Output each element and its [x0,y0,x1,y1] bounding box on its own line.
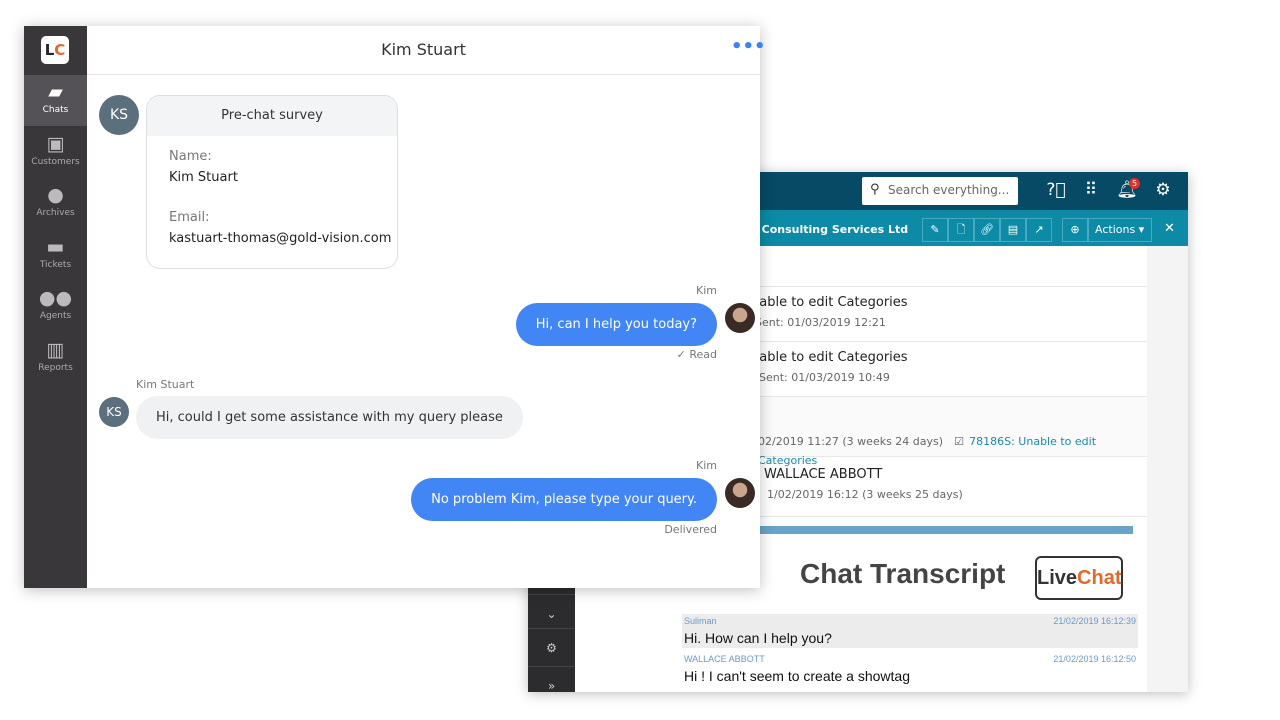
external-link-icon[interactable]: ↗ [1026,218,1052,242]
read-status: ✓ Read [676,348,717,361]
sidebar-item-archives[interactable]: ● Archives [24,178,87,229]
sidebar-item-customers[interactable]: ▣ Customers [24,127,87,178]
sidebar-item-reports[interactable]: ▥ Reports [24,333,87,384]
search-icon: ⚲ [870,182,880,197]
agent-avatar [725,303,755,333]
message-text: Hi. How can I help you? [684,630,832,646]
actions-label: Actions [1095,223,1136,236]
message-time: 21/02/2019 16:12:50 [1053,654,1136,664]
message-author: Suliman [684,616,717,626]
sidebar-item-chats[interactable]: ▰ Chats [24,75,87,126]
page-title: Kim Stuart [381,40,466,59]
reports-icon: ▥ [46,339,65,361]
company-name: n Consulting Services Ltd [750,223,909,236]
notification-badge: 5 [1129,178,1140,189]
transcript-title: Chat Transcript [800,558,1006,589]
sidebar: LC ▰ Chats ▣ Customers ● Archives ▬ Tickets … [24,26,87,588]
item-title: nable to edit Categories [751,350,908,365]
sidebar-item-label: Archives [36,208,75,218]
message-time: 21/02/2019 16:12:39 [1053,616,1136,626]
item-date: 02/2019 11:27 (3 weeks 24 days) [758,435,944,448]
agent-message: Hi, can I help you today? [515,303,717,346]
pre-chat-survey-card: Pre-chat survey Name: Kim Stuart Email: … [146,95,398,269]
chevron-down-icon[interactable]: ⌄ [528,594,575,632]
message-author: Kim Stuart [136,378,195,391]
sidebar-item-label: Agents [39,311,72,321]
ticket-icon: ▬ [46,236,65,258]
avatar: KS [99,397,129,427]
sidebar-item-tickets[interactable]: ▬ Tickets [24,230,87,281]
customer-message: Hi, could I get some assistance with my … [136,396,523,439]
customer-icon: ▣ [46,133,65,155]
item-date: 1/02/2019 16:12 (3 weeks 25 days) [767,488,963,501]
help-icon[interactable]: ?⃝ [1045,180,1067,200]
agents-icon: ●● [38,287,73,309]
agent-message: No problem Kim, please type your query. [411,478,717,521]
transcript-message: Suliman 21/02/2019 16:12:39 Hi. How can I… [682,614,1138,648]
livechat-logo: LiveChat [1035,556,1123,600]
message-author: Kim [696,284,717,297]
crm-side-menu: ⌄ ⚙ » [528,586,575,692]
close-icon[interactable]: ✕ [1164,221,1175,236]
transcript-message: WALLACE ABBOTT 21/02/2019 16:12:50 Hi ! I… [682,652,1138,686]
item-title: WALLACE ABBOTT [764,467,883,482]
survey-title: Pre-chat survey [147,96,397,136]
search-placeholder: Search everything... [888,183,1010,197]
email-value: kastuart-thomas@gold-vision.com [169,231,392,246]
chat-header: Kim Stuart ••• [87,26,766,75]
search-input[interactable]: ⚲ Search everything... [862,177,1018,205]
item-date: Sent: 01/03/2019 12:21 [755,316,886,329]
sidebar-item-label: Reports [38,363,73,373]
message-author: Kim [696,459,717,472]
livechat-app-logo: LC [41,36,69,64]
sidebar-item-label: Chats [42,105,69,115]
clock-icon: ● [47,184,64,206]
avatar: KS [99,95,139,135]
more-options-icon[interactable]: ••• [731,36,766,57]
apps-grid-icon[interactable]: ⠿ [1080,180,1102,200]
item-title: nable to edit Categories [751,295,908,310]
actions-dropdown[interactable]: Actions ▾ [1088,218,1152,242]
item-date: Sent: 01/03/2019 10:49 [759,371,890,384]
message-author: WALLACE ABBOTT [684,654,765,664]
ticket-icon: ☑ [954,435,965,448]
gear-icon[interactable]: ⚙ [1152,180,1174,200]
livechat-window: LC ▰ Chats ▣ Customers ● Archives ▬ Tickets … [24,26,766,588]
delivered-status: Delivered [664,523,717,536]
message-text: Hi ! I can't seem to create a showtag [684,668,911,684]
link-icon[interactable]: 🔗︎ [974,218,1000,242]
status-text: Read [689,348,717,361]
sidebar-item-label: Tickets [39,260,72,270]
document-icon[interactable]: 🗋 [948,218,974,242]
sidebar-item-label: Customers [31,157,80,167]
name-label: Name: [169,149,212,164]
agent-avatar [725,478,755,508]
email-label: Email: [169,210,210,225]
name-value: Kim Stuart [169,170,238,185]
settings-icon[interactable]: ⚙ [528,628,575,666]
add-icon[interactable]: ⊕ [1062,218,1088,242]
file-icon[interactable]: ▤ [1000,218,1026,242]
chat-icon: ▰ [48,81,63,103]
sidebar-item-agents[interactable]: ●● Agents [24,281,87,332]
edit-icon[interactable]: ✎ [922,218,948,242]
expand-icon[interactable]: » [528,666,575,692]
